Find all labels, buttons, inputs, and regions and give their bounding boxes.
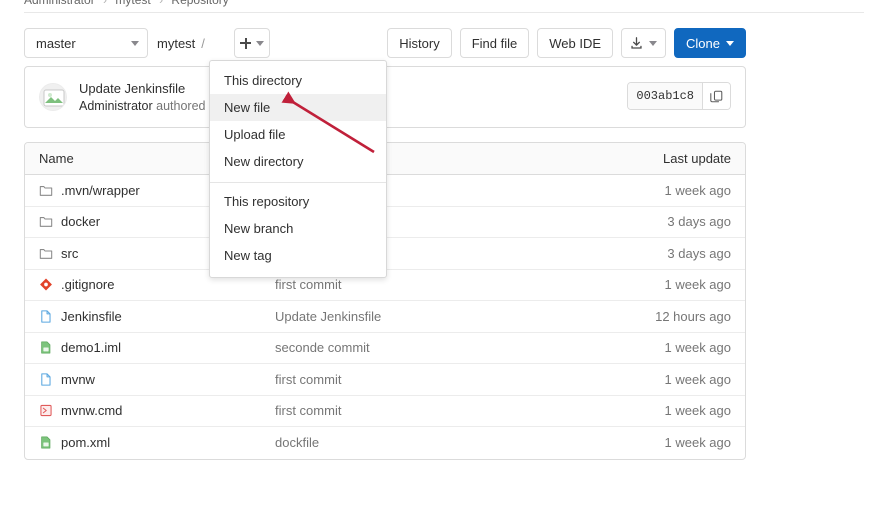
commit-message-cell[interactable]: first commit	[275, 372, 575, 387]
xml-file-icon	[41, 436, 51, 449]
branch-selector-label: master	[36, 35, 76, 51]
copy-sha-button[interactable]	[702, 83, 730, 109]
menu-section-this-repository: This repository	[224, 194, 310, 209]
file-name-cell: .gitignore	[25, 277, 275, 292]
path-project-name[interactable]: mytest	[157, 36, 195, 51]
folder-icon	[39, 217, 53, 228]
last-update-cell: 1 week ago	[664, 277, 732, 293]
find-file-button[interactable]: Find file	[459, 28, 530, 58]
commit-message-cell[interactable]: first commit	[275, 403, 575, 418]
breadcrumb-separator: ›	[103, 0, 108, 7]
plus-icon	[240, 37, 251, 49]
file-name-link[interactable]: demo1.iml	[61, 340, 121, 355]
file-name-cell: pom.xml	[25, 435, 275, 450]
column-header-last-update: Last update	[663, 151, 731, 166]
file-icon	[41, 373, 51, 386]
last-update-cell: 12 hours ago	[655, 308, 731, 324]
menu-item-new-branch[interactable]: New branch	[210, 215, 386, 242]
breadcrumb-item-project[interactable]: mytest	[115, 0, 150, 7]
folder-icon	[39, 248, 53, 259]
chevron-down-icon	[256, 40, 264, 46]
branch-selector[interactable]: master	[24, 28, 148, 58]
menu-group-directory: New file Upload file New directory	[210, 94, 386, 175]
breadcrumb-separator: ›	[159, 0, 164, 7]
file-name-link[interactable]: mvnw.cmd	[61, 403, 122, 418]
file-icon	[41, 310, 51, 323]
table-row[interactable]: mvnw first commit 1 week ago	[25, 364, 745, 396]
last-update-cell: 3 days ago	[667, 214, 731, 230]
menu-section-this-directory: This directory	[224, 73, 303, 88]
chevron-down-icon	[649, 40, 658, 46]
commit-message-cell[interactable]: first commit	[275, 277, 575, 292]
avatar	[39, 83, 67, 111]
clone-button[interactable]: Clone	[674, 28, 746, 58]
menu-item-upload-file[interactable]: Upload file	[210, 121, 386, 148]
commit-message-cell[interactable]: dockfile	[275, 435, 575, 450]
last-update-cell: 1 week ago	[664, 182, 732, 198]
file-name-link[interactable]: src	[61, 246, 78, 261]
table-row[interactable]: Jenkinsfile Update Jenkinsfile 12 hours ag…	[25, 301, 745, 333]
menu-group-repository: New branch New tag	[210, 215, 386, 269]
commit-sha-group: 003ab1c8	[627, 82, 731, 110]
breadcrumb-item-repository[interactable]: Repository	[171, 0, 228, 7]
path-breadcrumb: mytest /	[157, 28, 210, 58]
chevron-down-icon	[131, 40, 139, 46]
breadcrumb-item-user[interactable]: Administrator	[24, 0, 95, 7]
file-name-link[interactable]: mvnw	[61, 372, 95, 387]
commit-sha[interactable]: 003ab1c8	[628, 83, 702, 109]
table-row[interactable]: mvnw.cmd first commit 1 week ago	[25, 396, 745, 427]
file-name-cell: mvnw	[25, 372, 275, 387]
folder-icon	[39, 185, 53, 196]
xml-file-icon	[41, 341, 51, 354]
history-button[interactable]: History	[387, 28, 452, 58]
avatar-image-icon	[43, 89, 65, 107]
commit-message-cell[interactable]: seconde commit	[275, 340, 575, 355]
chevron-down-icon	[726, 40, 734, 46]
clone-button-label: Clone	[686, 35, 720, 51]
web-ide-button[interactable]: Web IDE	[537, 28, 614, 58]
file-name-link[interactable]: .mvn/wrapper	[61, 183, 140, 198]
file-name-cell: Jenkinsfile	[25, 309, 275, 324]
file-name-link[interactable]: pom.xml	[61, 435, 110, 450]
menu-divider	[210, 182, 386, 183]
last-update-cell: 1 week ago	[664, 435, 732, 451]
commit-author[interactable]: Administrator	[79, 99, 153, 113]
git-file-icon	[40, 278, 52, 291]
file-name-link[interactable]: Jenkinsfile	[61, 309, 122, 324]
table-row[interactable]: demo1.iml seconde commit 1 week ago	[25, 333, 745, 364]
table-row[interactable]: pom.xml dockfile 1 week ago	[25, 427, 745, 459]
menu-item-new-file[interactable]: New file	[210, 94, 386, 121]
header-divider	[24, 12, 864, 13]
cmd-file-icon	[40, 405, 52, 417]
add-to-tree-dropdown: This directory New file Upload file New di…	[209, 60, 387, 278]
copy-icon	[710, 90, 723, 102]
last-update-cell: 1 week ago	[664, 403, 732, 419]
add-to-tree-button[interactable]	[234, 28, 270, 58]
menu-item-new-directory[interactable]: New directory	[210, 148, 386, 175]
path-separator: /	[201, 35, 205, 51]
last-update-cell: 1 week ago	[664, 371, 732, 387]
toolbar-actions: History Find file Web IDE Clone	[387, 28, 746, 58]
file-name-link[interactable]: .gitignore	[61, 277, 114, 292]
last-update-cell: 1 week ago	[664, 340, 732, 356]
commit-message-cell[interactable]: Update Jenkinsfile	[275, 309, 575, 324]
last-update-cell: 3 days ago	[667, 245, 731, 261]
file-name-link[interactable]: docker	[61, 214, 100, 229]
file-name-cell: mvnw.cmd	[25, 403, 275, 418]
menu-item-new-tag[interactable]: New tag	[210, 242, 386, 269]
download-icon	[631, 36, 642, 49]
file-name-cell: demo1.iml	[25, 340, 275, 355]
repository-toolbar: master mytest / History Find file Web ID…	[24, 28, 746, 58]
breadcrumb: Administrator › mytest › Repository	[24, 0, 229, 7]
download-button[interactable]	[621, 28, 667, 58]
